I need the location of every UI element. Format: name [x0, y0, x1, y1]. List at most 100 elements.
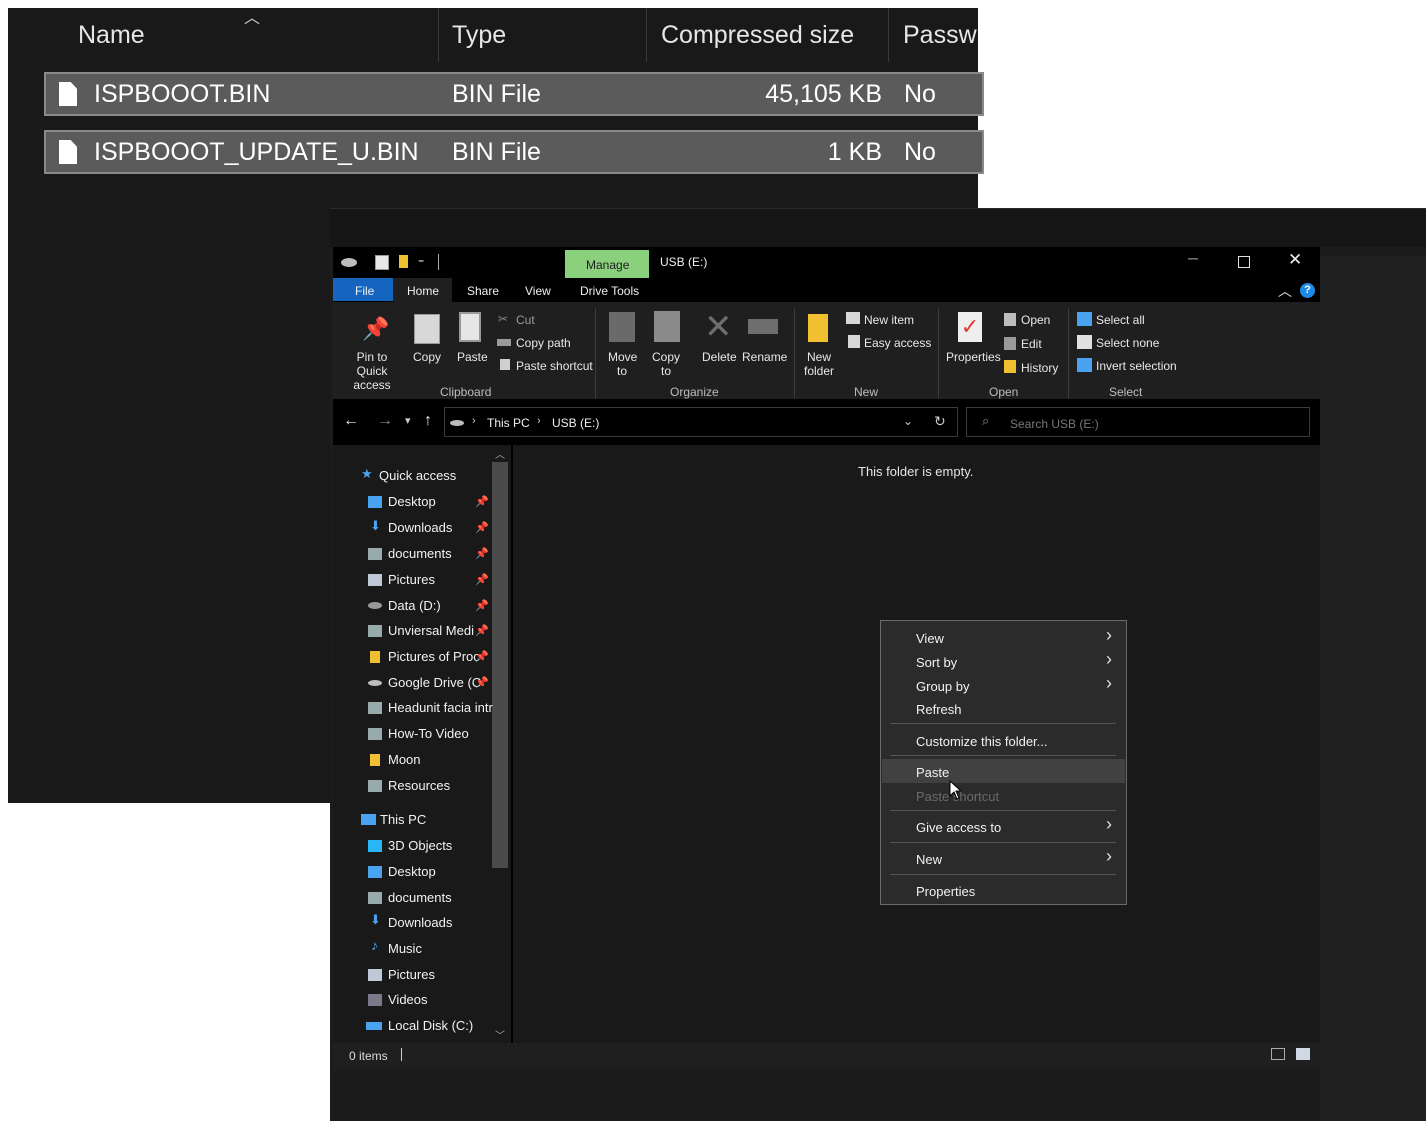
- menu-divider: [890, 723, 1116, 724]
- cut-button[interactable]: Cut: [516, 313, 535, 327]
- nav-quick-access[interactable]: Quick access: [379, 468, 456, 483]
- downloads-icon: ⬇: [370, 912, 381, 927]
- nav-scrollbar-thumb[interactable]: [492, 462, 508, 868]
- nav-item-pictures-of-proc[interactable]: Pictures of Proc: [388, 649, 480, 664]
- column-divider[interactable]: [438, 8, 439, 62]
- open-icon: [1004, 313, 1016, 326]
- new-folder-quick-icon[interactable]: [399, 255, 408, 268]
- nav-item-pictures[interactable]: Pictures: [388, 967, 435, 982]
- nav-item-3d-objects[interactable]: 3D Objects: [388, 838, 452, 853]
- nav-item-pictures[interactable]: Pictures: [388, 572, 435, 587]
- column-header-compressed-size[interactable]: Compressed size: [661, 8, 854, 62]
- column-divider[interactable]: [888, 8, 889, 62]
- nav-item-google-drive[interactable]: Google Drive (C: [388, 675, 481, 690]
- select-all-button[interactable]: Select all: [1096, 313, 1145, 327]
- nav-item-downloads[interactable]: Downloads: [388, 915, 452, 930]
- paste-button[interactable]: Paste: [457, 350, 488, 364]
- back-button[interactable]: ←: [343, 412, 359, 430]
- scroll-down-icon[interactable]: ﹀: [495, 1027, 505, 1042]
- folder-icon: [370, 754, 380, 766]
- scroll-up-icon[interactable]: ︿: [495, 446, 505, 461]
- shared-folder-icon: [368, 780, 382, 792]
- this-pc-icon: [361, 814, 376, 825]
- paste-shortcut-icon: [500, 359, 510, 370]
- history-button[interactable]: History: [1021, 361, 1058, 375]
- nav-this-pc[interactable]: This PC: [380, 812, 426, 827]
- nav-item-downloads[interactable]: Downloads: [388, 520, 452, 535]
- tab-share[interactable]: Share: [467, 284, 499, 298]
- invert-selection-button[interactable]: Invert selection: [1096, 359, 1177, 373]
- easy-access-button[interactable]: Easy access: [864, 336, 931, 350]
- large-icons-view-icon[interactable]: [1296, 1048, 1310, 1060]
- drive-icon: [341, 258, 357, 267]
- column-divider[interactable]: [646, 8, 647, 62]
- breadcrumb-usb-drive[interactable]: USB (E:): [552, 416, 599, 430]
- menu-item-refresh[interactable]: Refresh: [916, 702, 962, 717]
- rename-button[interactable]: Rename: [742, 350, 787, 364]
- maximize-button[interactable]: [1238, 256, 1250, 268]
- chevron-right-icon: ›: [472, 415, 476, 427]
- nav-item-documents[interactable]: documents: [388, 890, 452, 905]
- column-header-password[interactable]: Passw: [903, 8, 977, 62]
- help-icon[interactable]: ?: [1300, 283, 1315, 298]
- videos-icon: [368, 994, 382, 1006]
- pin-to-quick-access-button[interactable]: Pin to Quick access: [342, 350, 402, 392]
- menu-item-view[interactable]: View: [916, 631, 944, 646]
- file-size: 1 KB: [827, 138, 882, 166]
- nav-item-desktop[interactable]: Desktop: [388, 494, 436, 509]
- copy-path-icon: [497, 339, 511, 346]
- copy-to-button[interactable]: Copy to: [652, 350, 680, 378]
- file-row[interactable]: ISPBOOOT_UPDATE_U.BIN BIN File 1 KB No: [44, 130, 984, 174]
- nav-item-moon[interactable]: Moon: [388, 752, 421, 767]
- close-button[interactable]: ✕: [1288, 250, 1302, 270]
- customize-toolbar-icon[interactable]: ₌: [418, 252, 424, 266]
- column-header-name[interactable]: Name: [78, 8, 145, 62]
- nav-item-resources[interactable]: Resources: [388, 778, 450, 793]
- up-button[interactable]: ↑: [424, 412, 432, 430]
- breadcrumb-this-pc[interactable]: This PC: [487, 416, 530, 430]
- menu-item-sort-by[interactable]: Sort by: [916, 655, 957, 670]
- properties-quick-icon[interactable]: [375, 255, 389, 270]
- copy-button[interactable]: Copy: [413, 350, 441, 364]
- forward-button[interactable]: →: [377, 412, 393, 430]
- tab-drive-tools[interactable]: Drive Tools: [580, 284, 639, 298]
- new-folder-button[interactable]: New folder: [804, 350, 834, 378]
- nav-item-music[interactable]: Music: [388, 941, 422, 956]
- new-item-button[interactable]: New item: [864, 313, 914, 327]
- nav-item-data-drive[interactable]: Data (D:): [388, 598, 441, 613]
- copy-path-button[interactable]: Copy path: [516, 336, 571, 350]
- recent-locations-chevron-icon[interactable]: ▾: [405, 414, 411, 427]
- column-header-type[interactable]: Type: [452, 8, 506, 62]
- select-none-button[interactable]: Select none: [1096, 336, 1159, 350]
- minimize-button[interactable]: ─: [1188, 250, 1198, 266]
- nav-item-desktop[interactable]: Desktop: [388, 864, 436, 879]
- file-name: ISPBOOOT.BIN: [94, 80, 271, 108]
- delete-button[interactable]: Delete: [702, 350, 737, 364]
- file-password: No: [904, 138, 936, 166]
- paste-shortcut-button[interactable]: Paste shortcut: [516, 359, 593, 373]
- menu-item-paste[interactable]: Paste: [916, 765, 949, 780]
- nav-item-how-to-video[interactable]: How-To Video: [388, 726, 469, 741]
- nav-item-headunit-facia[interactable]: Headunit facia intr: [388, 700, 493, 715]
- open-button[interactable]: Open: [1021, 313, 1050, 327]
- menu-item-group-by[interactable]: Group by: [916, 679, 969, 694]
- file-row[interactable]: ISPBOOOT.BIN BIN File 45,105 KB No: [44, 72, 984, 116]
- details-view-icon[interactable]: [1271, 1048, 1285, 1060]
- nav-item-local-disk[interactable]: Local Disk (C:): [388, 1018, 473, 1033]
- properties-button[interactable]: Properties: [946, 350, 1001, 364]
- address-dropdown-icon[interactable]: ⌄: [903, 414, 913, 428]
- edit-button[interactable]: Edit: [1021, 337, 1042, 351]
- nav-item-videos[interactable]: Videos: [388, 992, 428, 1007]
- copy-icon: [414, 314, 440, 344]
- menu-item-new[interactable]: New: [916, 852, 942, 867]
- nav-item-documents[interactable]: documents: [388, 546, 452, 561]
- nav-item-universal-media[interactable]: Unviersal Medi: [388, 623, 474, 638]
- refresh-icon[interactable]: ↻: [934, 413, 946, 430]
- manage-tab-label: Manage: [586, 258, 630, 272]
- tab-view[interactable]: View: [525, 284, 551, 298]
- menu-item-properties[interactable]: Properties: [916, 884, 975, 899]
- collapse-ribbon-icon[interactable]: ︿: [1278, 281, 1292, 301]
- menu-item-customize-folder[interactable]: Customize this folder...: [916, 734, 1048, 749]
- menu-item-give-access-to[interactable]: Give access to: [916, 820, 1001, 835]
- move-to-button[interactable]: Move to: [608, 350, 637, 378]
